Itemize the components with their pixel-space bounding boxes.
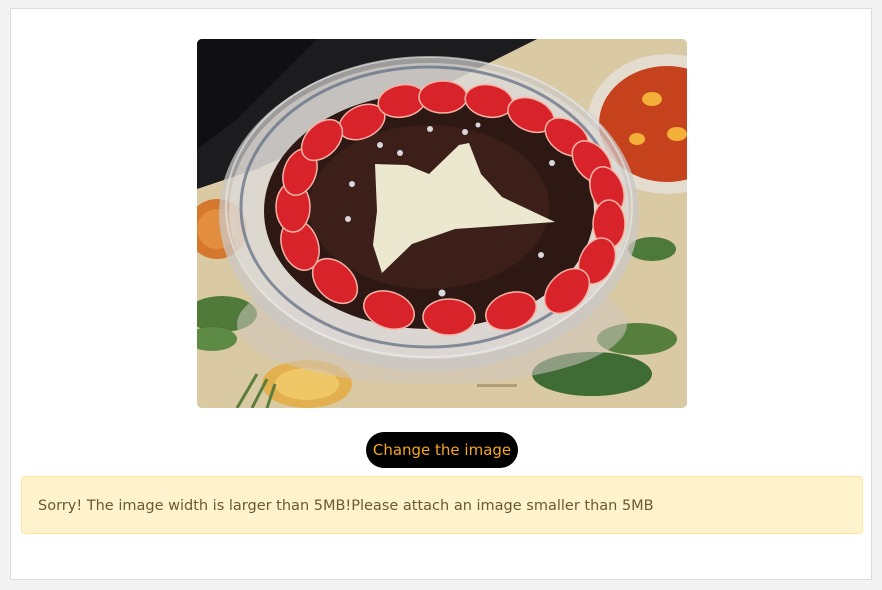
error-message: Sorry! The image width is larger than 5M… [38,498,654,514]
image-preview [197,39,687,408]
upload-card: Change the image Sorry! The image width … [10,8,872,580]
change-image-button[interactable]: Change the image [366,432,518,468]
error-alert: Sorry! The image width is larger than 5M… [21,476,863,534]
